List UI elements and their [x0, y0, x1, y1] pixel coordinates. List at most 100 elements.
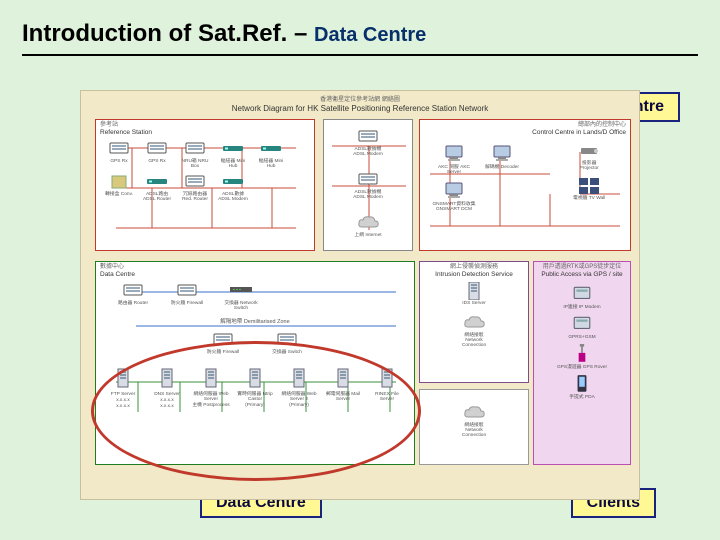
dc-top-item-2: 交換器 Network Switch	[224, 282, 258, 311]
pda-icon	[569, 374, 595, 394]
device-label: 網絡接駁 Network Connection	[457, 333, 491, 348]
device-label: 網絡伺服器 Web Server 2	[280, 392, 318, 402]
rack-icon	[184, 140, 206, 158]
device-label: 樞紐器 Mini Hub	[216, 159, 250, 169]
ctrl-item-0: AKC 伺服 AKC Server	[432, 142, 476, 175]
ref-item-1: GPS Rx	[140, 140, 174, 169]
device-label: GPRS+GSM	[568, 335, 595, 340]
panel-internet-uplink: ADSL數據機 ADSL Modem ADSL數據機 ADSL Modem 上網 I…	[323, 119, 413, 251]
diagram-header-zh: 香港衞星定位參考站網 網絡圖	[81, 97, 639, 104]
diagram-header-en: Network Diagram for HK Satellite Positio…	[81, 104, 639, 114]
dc-top-item-1: 防火牆 Firewall	[170, 282, 204, 311]
device-label: ADSL路由 ADSL Router	[140, 192, 174, 202]
cli-item-3: 手提式 PDA	[542, 374, 622, 400]
device-label: ADSL數據機 ADSL Modem	[351, 147, 385, 157]
title-underline	[22, 54, 698, 56]
device-label: ADSL數據機 ADSL Modem	[351, 190, 385, 200]
projector-icon	[578, 142, 600, 160]
box-icon	[108, 173, 130, 191]
dc-server-2: 網絡伺服器 Web Server主機 Postprocess	[192, 365, 230, 409]
server-icon	[112, 365, 134, 391]
ref-title-en: Reference Station	[100, 129, 310, 136]
ctrl-item-r-0: 投影器 Projector	[572, 142, 606, 171]
device-label: FTP Server	[111, 392, 135, 397]
rack-icon	[212, 331, 234, 349]
title-main: Introduction of Sat.Ref. –	[22, 20, 314, 47]
cloud-icon	[463, 314, 485, 332]
device-label: 路由器 Router	[118, 301, 148, 306]
device-label: 投影器 Projector	[572, 161, 606, 171]
cloud-icon	[357, 214, 379, 232]
device-label: 手提式 PDA	[569, 395, 595, 400]
monitor-icon	[443, 142, 465, 164]
screens-icon	[578, 177, 600, 195]
monitor-icon	[443, 179, 465, 201]
ids-title-zh: 網上侵襲偵測服務	[424, 264, 524, 271]
server-icon	[156, 365, 178, 391]
dc-server-5: 郵電伺服器 Mail Server	[324, 365, 362, 409]
cli-title-zh: 用戶透過RTK或GPS徒步定位	[538, 264, 626, 271]
ref-item-6: ADSL路由 ADSL Router	[140, 173, 174, 202]
ref-title-zh: 參考站	[100, 122, 310, 129]
server-icon	[244, 365, 266, 391]
slide-title: Introduction of Sat.Ref. – Data Centre	[22, 20, 698, 56]
dc-top-item-0: 路由器 Router	[116, 282, 150, 311]
device-label: RINEX File Server	[368, 392, 406, 402]
cloud-icon	[463, 404, 485, 422]
title-sub: Data Centre	[314, 24, 426, 46]
device-label: 實時伺服器 Ntrip Castor	[236, 392, 274, 402]
dc-server-3: 實時伺服器 Ntrip Castor(Primary)	[236, 365, 274, 409]
modem-icon	[569, 314, 595, 334]
device-label: NRU箱 NRU Box	[178, 159, 212, 169]
cli-title-en: Public Access via GPS / site	[538, 271, 626, 278]
ref-item-5: 轉接盒 Conv.	[102, 173, 136, 202]
device-label: GPS漫遊器 GPS Rover	[557, 365, 607, 370]
device-label: GPS Rx	[148, 159, 165, 164]
rover-icon	[569, 344, 595, 364]
flatrack-icon	[146, 173, 168, 191]
ids-item-0: IDS Server	[457, 282, 491, 306]
flatrack-icon	[222, 140, 244, 158]
modem-icon	[569, 284, 595, 304]
dc-server-6: RINEX File Server	[368, 365, 406, 409]
device-label: ADSL數據 ADSL Modem	[216, 192, 250, 202]
server-icon	[200, 365, 222, 391]
dc-server-1: DNS Serverx.x.x.xx.x.x.x	[148, 365, 186, 409]
switch-icon	[230, 282, 252, 300]
ref-item-8: ADSL數據 ADSL Modem	[216, 173, 250, 202]
panel-clients: 用戶透過RTK或GPS徒步定位 Public Access via GPS / …	[533, 261, 631, 465]
panel-network-connection: 網絡接駁 Network Connection	[419, 389, 529, 465]
ctrl-item-2: GNSMART資料收集 GNSMART DCM	[432, 179, 476, 212]
rack-icon	[184, 173, 206, 191]
ids-item-1: 網絡接駁 Network Connection	[457, 314, 491, 348]
cli-item-1: GPRS+GSM	[542, 314, 622, 340]
flatrack-icon	[260, 140, 282, 158]
device-label: 轉接盒 Conv.	[105, 192, 133, 197]
device-label: 冗餘路由器 Red. Router	[178, 192, 212, 202]
ref-item-7: 冗餘路由器 Red. Router	[178, 173, 212, 202]
rack-icon	[146, 140, 168, 158]
device-label: 防火牆 Firewall	[171, 301, 203, 306]
mid-item-0: 網絡接駁 Network Connection	[457, 404, 491, 438]
device-label: 解碼機 Decoder	[485, 165, 519, 170]
rack-icon	[176, 282, 198, 300]
ctrl-title-zh: 總部內的控制中心	[424, 122, 626, 129]
ctrl-item-r-1: 電視牆 TV Wall	[572, 177, 606, 201]
network-diagram: 香港衞星定位參考站網 網絡圖 Network Diagram for HK Sa…	[80, 90, 640, 500]
rack-icon	[108, 140, 130, 158]
dc-mid-item-1: 交換器 Switch	[270, 331, 304, 355]
rack-icon	[276, 331, 298, 349]
diagram-header: 香港衞星定位參考站網 網絡圖 Network Diagram for HK Sa…	[81, 97, 639, 114]
gap-item-0: ADSL數據機 ADSL Modem	[351, 128, 385, 157]
server-icon	[376, 365, 398, 391]
ref-item-3: 樞紐器 Mini Hub	[216, 140, 250, 169]
monitor-icon	[491, 142, 513, 164]
device-label: 上網 Internet	[354, 233, 381, 238]
ctrl-item-1: 解碼機 Decoder	[480, 142, 524, 175]
dc-server-4: 網絡伺服器 Web Server 2(Primary)	[280, 365, 318, 409]
flatrack-icon	[222, 173, 244, 191]
server-icon	[463, 282, 485, 300]
device-label: 電視牆 TV Wall	[573, 196, 605, 201]
ref-item-0: GPS Rx	[102, 140, 136, 169]
device-label: IP連接 IP Modem	[563, 305, 600, 310]
